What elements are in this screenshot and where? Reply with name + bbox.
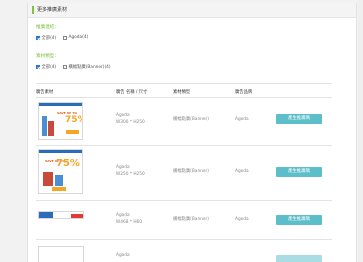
checkbox-checked-icon[interactable] bbox=[36, 65, 40, 69]
row-type: 橫幅點廣(Banner) bbox=[173, 117, 209, 122]
generate-code-button[interactable]: 產生推廣碼 bbox=[276, 167, 322, 177]
column-header-type: 素材類型 bbox=[173, 90, 191, 95]
banner-left-block bbox=[39, 212, 53, 218]
banner-percent-text: 75% bbox=[56, 158, 80, 169]
generate-code-button[interactable] bbox=[276, 255, 322, 262]
option-label: 橫幅點廣(Banner)(4) bbox=[68, 65, 111, 70]
panel-header: 更多推廣素材 bbox=[28, 3, 356, 18]
row-size: W468 * H60 bbox=[116, 220, 143, 225]
banner-cta-graphic bbox=[71, 214, 83, 218]
banner-thumbnail-468x60 bbox=[38, 211, 84, 219]
banner-percent-text: 75% bbox=[65, 115, 82, 125]
option-label: 全部(4) bbox=[41, 65, 57, 70]
header-accent-bar bbox=[32, 6, 34, 14]
column-header-name-size: 廣告 名稱 / 尺寸 bbox=[116, 90, 148, 95]
row-divider bbox=[36, 145, 332, 146]
checkbox-icon[interactable] bbox=[63, 35, 67, 40]
platform-option-agoda[interactable]: Agoda(4) bbox=[63, 35, 88, 40]
row-brand: Agoda bbox=[235, 217, 249, 222]
row-name: Agoda bbox=[116, 213, 130, 218]
checkbox-icon[interactable] bbox=[63, 65, 67, 69]
row-name: Agoda bbox=[116, 253, 130, 258]
banner-header-strip bbox=[39, 150, 82, 153]
row-size: W300 * H250 bbox=[116, 120, 145, 125]
table-header-divider bbox=[36, 97, 332, 98]
banner-thumbnail-250x250: SAVE UP TO 75% bbox=[38, 149, 83, 194]
checkbox-checked-icon[interactable] bbox=[36, 36, 40, 40]
promo-materials-panel: 更多推廣素材 推廣連結： 全部(4) Agoda(4) 素材類型： 全部(4) … bbox=[27, 3, 357, 262]
panel-title: 更多推廣素材 bbox=[37, 7, 68, 13]
row-type: 橫幅點廣(Banner) bbox=[173, 217, 209, 222]
banner-header-strip bbox=[39, 103, 82, 106]
row-name: Agoda bbox=[116, 165, 130, 170]
banner-landmark-graphic bbox=[48, 121, 54, 136]
column-header-material: 廣告素材 bbox=[36, 90, 54, 95]
platform-filter-label: 推廣連結： bbox=[36, 25, 59, 30]
banner-thumbnail-300x250: SAVE UP TO 75% bbox=[38, 102, 83, 140]
row-name: Agoda bbox=[116, 113, 130, 118]
row-divider bbox=[36, 239, 332, 240]
row-brand: Agoda bbox=[235, 117, 249, 122]
banner-cta-graphic bbox=[66, 130, 79, 134]
banner-landmark-graphic bbox=[42, 116, 47, 136]
banner-thumbnail bbox=[38, 246, 84, 262]
column-header-brand: 廣告品牌 bbox=[235, 90, 253, 95]
row-divider bbox=[36, 200, 332, 201]
banner-landmark-graphic bbox=[55, 175, 63, 186]
material-type-filter-label: 素材類型： bbox=[36, 54, 59, 59]
page-scrollbar[interactable] bbox=[358, 0, 363, 262]
option-label: Agoda(4) bbox=[68, 35, 89, 40]
generate-code-button[interactable]: 產生推廣碼 bbox=[276, 215, 322, 225]
generate-code-button[interactable]: 產生推廣碼 bbox=[276, 114, 322, 124]
row-brand: Agoda bbox=[235, 169, 249, 174]
row-type: 橫幅點廣(Banner) bbox=[173, 169, 209, 174]
material-option-all[interactable]: 全部(4) bbox=[36, 64, 56, 70]
table-top-divider bbox=[36, 83, 332, 84]
material-option-banner[interactable]: 橫幅點廣(Banner)(4) bbox=[63, 64, 111, 70]
row-size: W250 * H250 bbox=[116, 172, 145, 177]
banner-landmark-graphic bbox=[43, 172, 53, 186]
option-label: 全部(4) bbox=[41, 36, 57, 41]
platform-option-all[interactable]: 全部(4) bbox=[36, 35, 56, 41]
banner-cta-graphic bbox=[52, 187, 66, 191]
